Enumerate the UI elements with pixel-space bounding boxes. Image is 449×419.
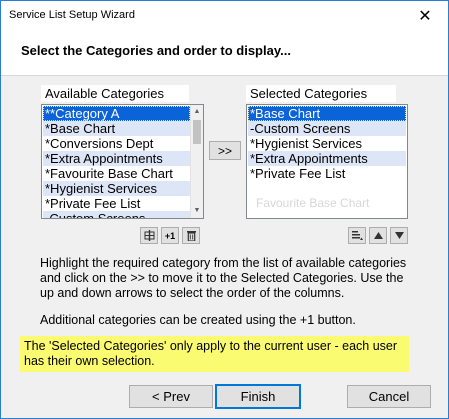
selected-categories-list[interactable]: *Base Chart -Custom Screens *Hygienist Ser… [246, 104, 408, 219]
scroll-thumb[interactable] [193, 120, 201, 144]
list-item[interactable]: *Extra Appointments [248, 151, 406, 166]
prev-button[interactable]: < Prev [129, 385, 213, 408]
list-item[interactable]: *Hygienist Services [43, 181, 190, 196]
sort-lines-icon [351, 230, 363, 240]
list-item[interactable]: *Private Fee List [248, 166, 406, 181]
list-item[interactable]: *Base Chart [43, 121, 190, 136]
list-item[interactable]: -Custom Screens [248, 121, 406, 136]
edit-grid-icon [144, 230, 154, 241]
additional-categories-text: Additional categories can be created usi… [40, 313, 356, 327]
ghost-text: Favourite Base Chart [256, 196, 370, 210]
list-item[interactable]: *Conversions Dept [43, 136, 190, 151]
cancel-button[interactable]: Cancel [347, 385, 431, 408]
available-categories-list[interactable]: **Category A *Base Chart *Conversions Dept… [41, 104, 204, 219]
move-to-selected-button[interactable]: >> [209, 141, 241, 160]
page-heading: Select the Categories and order to displ… [21, 43, 291, 58]
list-item[interactable]: *Hygienist Services [248, 136, 406, 151]
close-icon[interactable]: ✕ [402, 1, 448, 30]
move-up-button[interactable] [369, 227, 387, 244]
list-item[interactable]: -Custom Screens [43, 211, 190, 218]
instructions-text: Highlight the required category from the… [40, 256, 407, 300]
user-selection-note: The 'Selected Categories' only apply to … [20, 336, 409, 372]
delete-category-button[interactable] [182, 227, 200, 244]
finish-button[interactable]: Finish [215, 384, 301, 409]
list-item[interactable]: *Base Chart [248, 106, 406, 121]
trash-icon [186, 231, 196, 241]
arrow-down-icon [394, 232, 404, 239]
selected-categories-label: Selected Categories [246, 85, 396, 102]
sort-list-button[interactable] [348, 227, 366, 244]
window-title: Service List Setup Wizard [9, 9, 135, 21]
title-bar: Service List Setup Wizard ✕ [1, 1, 448, 30]
available-categories-label: Available Categories [41, 85, 189, 102]
add-category-button[interactable]: +1 [161, 227, 179, 244]
available-list-scrollbar[interactable]: ▲ ▼ [190, 105, 203, 218]
wizard-header: Select the Categories and order to displ… [1, 30, 448, 76]
move-down-button[interactable] [390, 227, 408, 244]
scroll-up-arrow-icon[interactable]: ▲ [191, 105, 203, 119]
list-item[interactable]: *Extra Appointments [43, 151, 190, 166]
wizard-window: Service List Setup Wizard ✕ Select the C… [0, 0, 449, 419]
edit-category-button[interactable] [140, 227, 158, 244]
note-text: The 'Selected Categories' only apply to … [24, 339, 398, 368]
scroll-down-arrow-icon[interactable]: ▼ [191, 204, 203, 218]
list-item[interactable]: *Private Fee List [43, 196, 190, 211]
list-item[interactable]: *Favourite Base Chart [43, 166, 190, 181]
list-item[interactable]: **Category A [43, 106, 190, 121]
arrow-up-icon [373, 232, 383, 239]
